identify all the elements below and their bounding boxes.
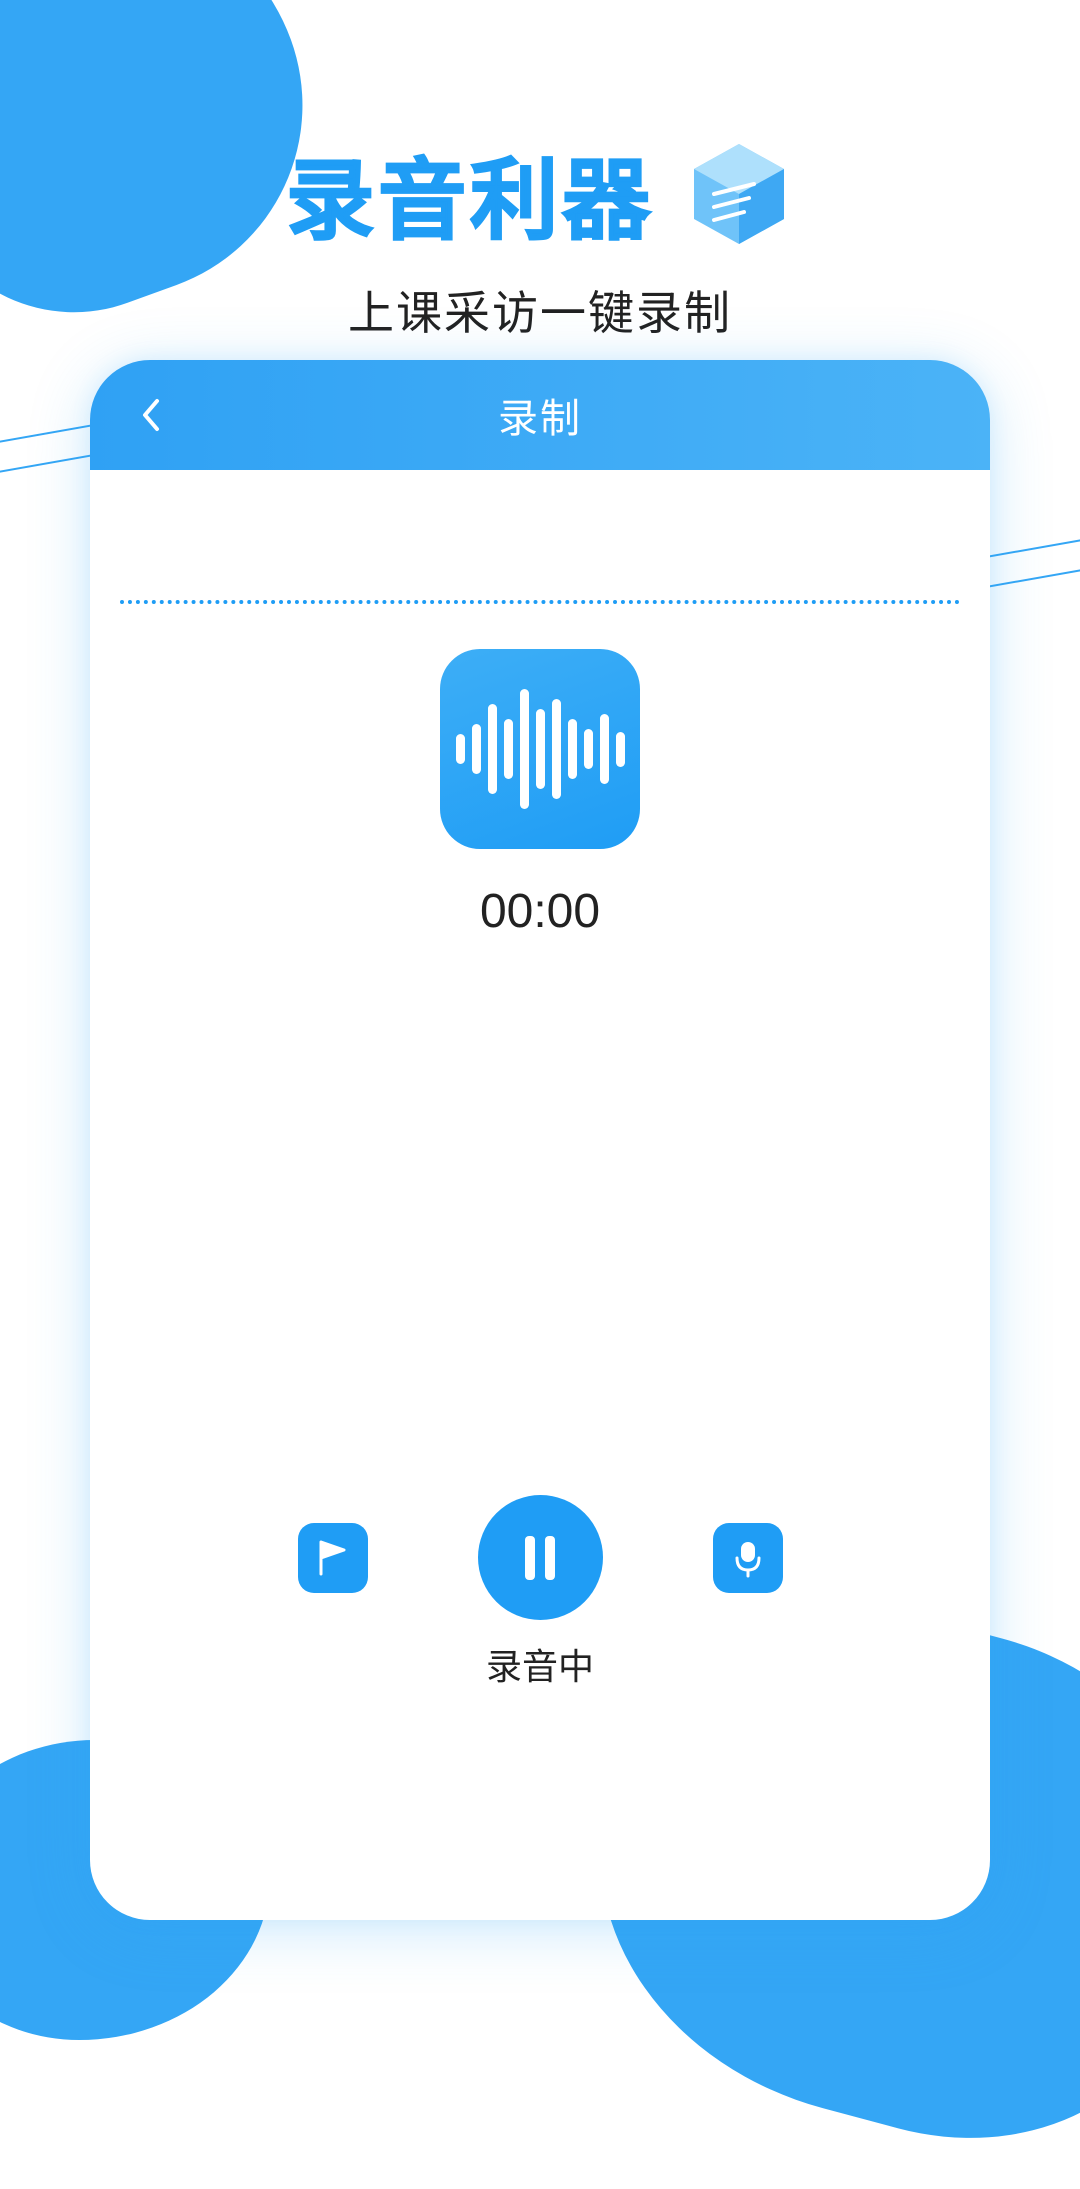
promo-header: 录音利器 上课采访一键录制 xyxy=(0,0,1080,343)
main-title: 录音利器 xyxy=(286,130,654,257)
chevron-left-icon xyxy=(139,397,161,433)
app-logo-cube-icon xyxy=(684,139,794,249)
recording-status-label: 录音中 xyxy=(90,1638,990,1690)
pause-button[interactable] xyxy=(478,1495,603,1620)
recording-timer: 00:00 xyxy=(90,884,990,939)
recording-controls xyxy=(90,1495,990,1620)
stop-save-button[interactable] xyxy=(713,1523,783,1593)
audio-waveform-icon xyxy=(440,649,640,849)
app-header-bar: 录制 xyxy=(90,360,990,470)
back-button[interactable] xyxy=(130,395,170,435)
flag-marker-button[interactable] xyxy=(298,1523,368,1593)
pause-icon xyxy=(520,1533,560,1583)
stop-icon xyxy=(730,1538,766,1578)
app-header-title: 录制 xyxy=(498,386,582,444)
waveform-timeline xyxy=(120,600,960,604)
subtitle: 上课采访一键录制 xyxy=(0,277,1080,343)
phone-mockup-frame: 录制 00:00 xyxy=(90,360,990,1920)
flag-icon xyxy=(316,1539,350,1577)
